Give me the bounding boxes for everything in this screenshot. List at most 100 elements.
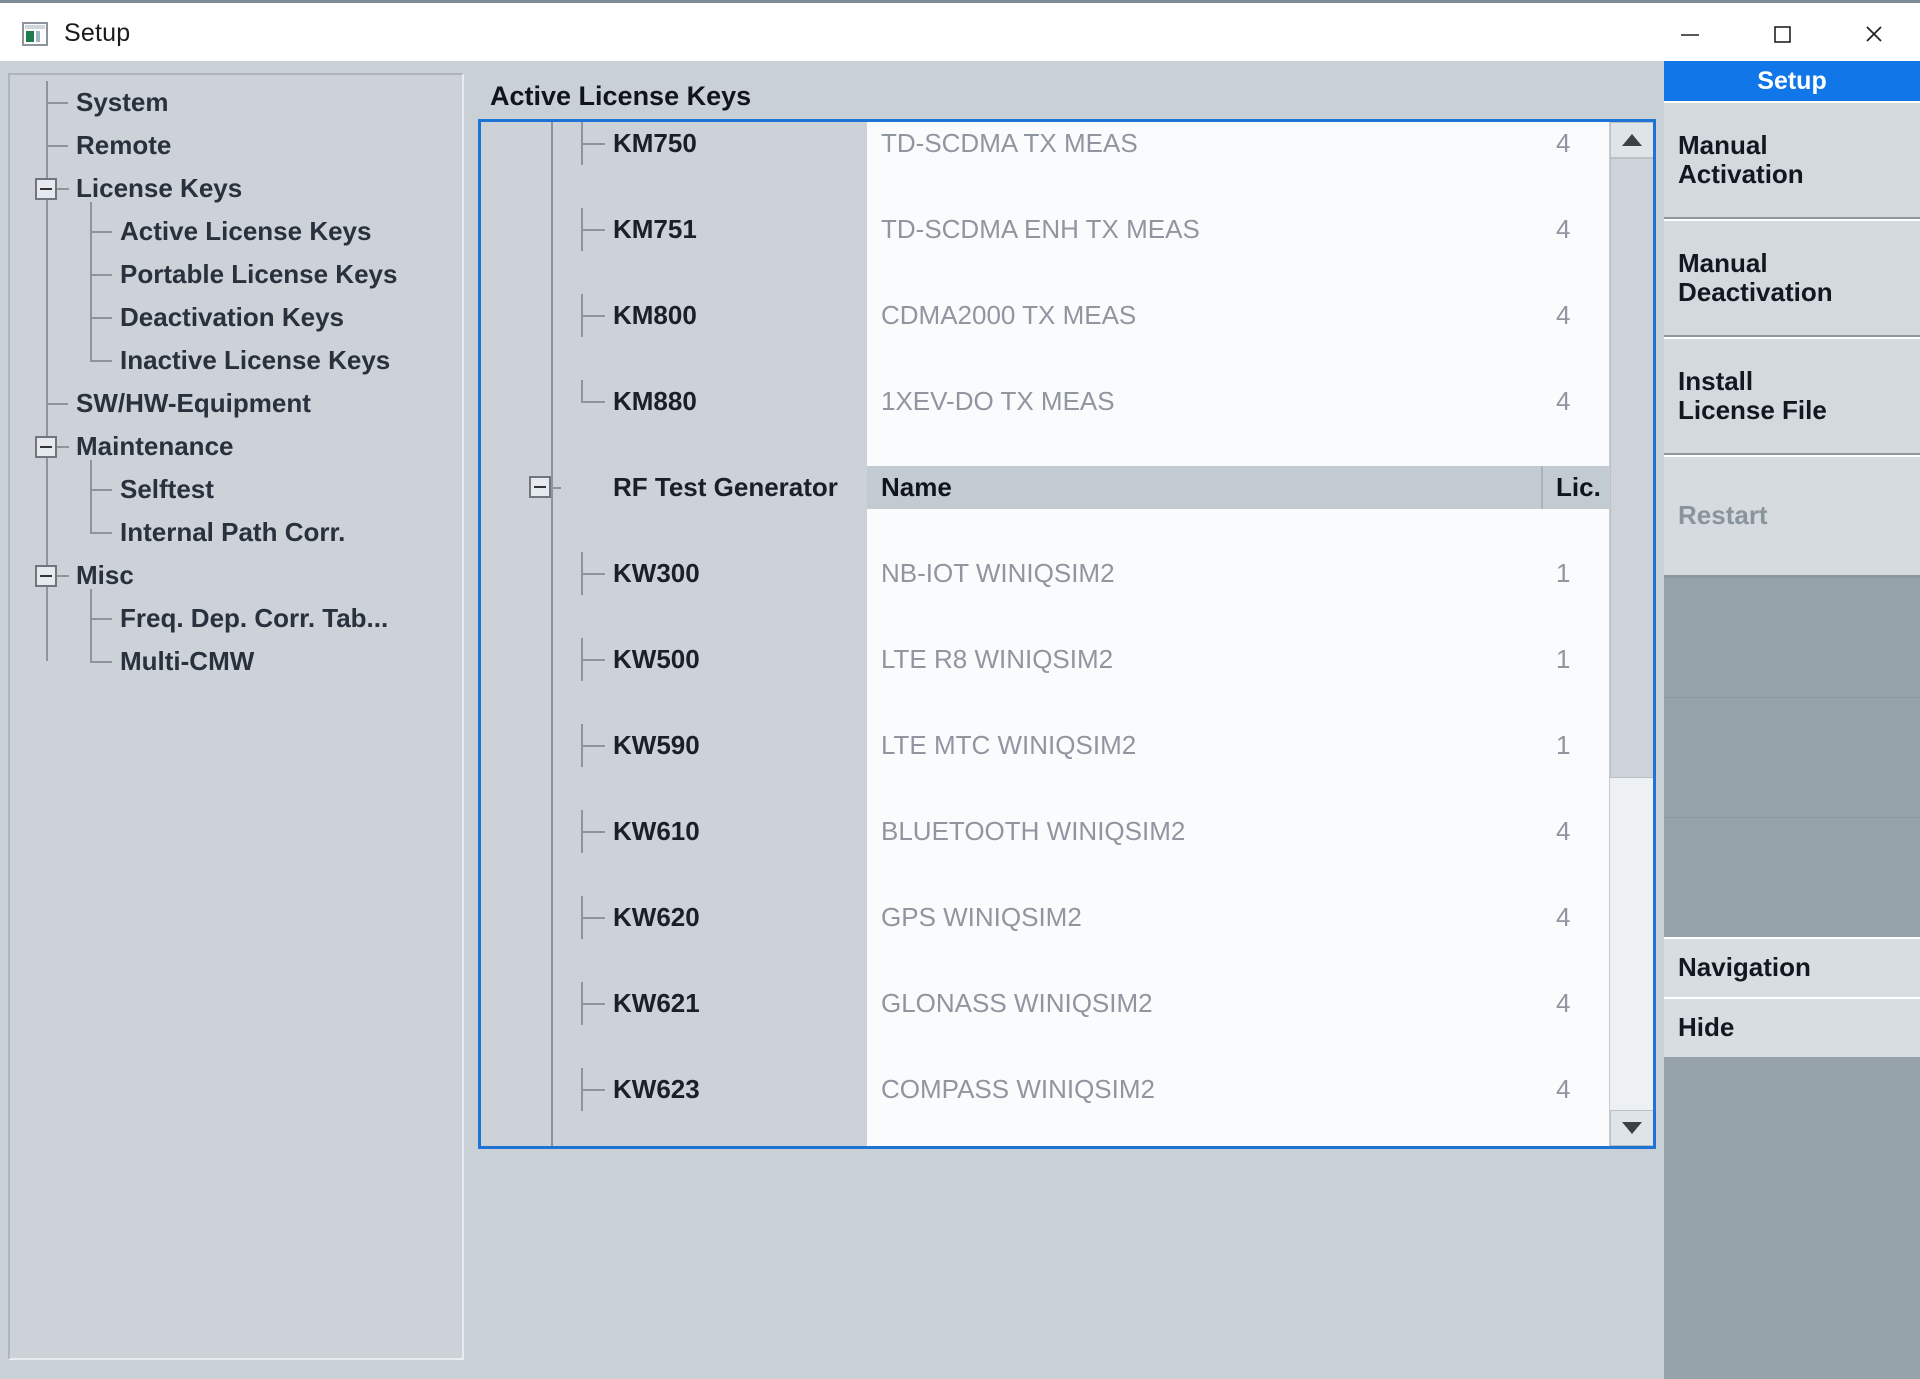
tree-branch-line xyxy=(90,202,92,360)
softkey-hide[interactable]: Hide xyxy=(1664,997,1920,1057)
tree-connector xyxy=(46,102,68,104)
table-row[interactable]: KW621 GLONASS WINIQSIM2 4 xyxy=(481,982,1653,1025)
table-row[interactable]: KW620 GPS WINIQSIM2 4 xyxy=(481,896,1653,939)
license-count: 4 xyxy=(1556,1074,1571,1104)
tree-connector xyxy=(581,831,605,833)
collapse-icon[interactable] xyxy=(35,436,57,458)
license-count: 1 xyxy=(1556,558,1571,588)
sidebar-item-label: Portable License Keys xyxy=(120,259,398,289)
table-row[interactable]: KM880 1XEV-DO TX MEAS 4 xyxy=(481,380,1653,423)
table-row[interactable]: KM800 CDMA2000 TX MEAS 4 xyxy=(481,294,1653,337)
softkey-label: Install License File xyxy=(1678,365,1827,425)
tree-branch-line xyxy=(581,896,583,939)
license-count: 4 xyxy=(1556,902,1571,932)
tree-connector xyxy=(46,403,68,405)
tree-connector xyxy=(581,573,605,575)
license-name: LTE MTC WINIQSIM2 xyxy=(881,730,1137,760)
tree-connector xyxy=(581,659,605,661)
table-row[interactable]: KW590 LTE MTC WINIQSIM2 1 xyxy=(481,724,1653,767)
license-count: 4 xyxy=(1556,988,1571,1018)
license-count: 4 xyxy=(1556,386,1571,416)
tree-branch-line xyxy=(581,294,583,337)
tree-branch-line xyxy=(581,380,583,403)
sidebar-item-maintenance[interactable]: Maintenance xyxy=(10,425,462,468)
license-name: COMPASS WINIQSIM2 xyxy=(881,1074,1155,1104)
tree-branch-line xyxy=(581,810,583,853)
license-code: KW500 xyxy=(613,644,700,674)
tree-branch-line xyxy=(581,208,583,251)
tree-branch-line xyxy=(581,724,583,767)
sidebar-item-freq-dep-corr-tab[interactable]: Freq. Dep. Corr. Tab... xyxy=(10,597,462,640)
table-row[interactable]: KM751 TD-SCDMA ENH TX MEAS 4 xyxy=(481,208,1653,251)
table-row[interactable]: KM750 TD-SCDMA TX MEAS 4 xyxy=(481,122,1653,165)
sidebar-item-internal-path-corr[interactable]: Internal Path Corr. xyxy=(10,511,462,554)
softkey-manual-activation[interactable]: Manual Activation xyxy=(1664,101,1920,219)
softkey-manual-deactivation[interactable]: Manual Deactivation xyxy=(1664,219,1920,337)
license-name: NB-IOT WINIQSIM2 xyxy=(881,558,1115,588)
sidebar-item-label: Maintenance xyxy=(76,431,234,461)
softkey-navigation[interactable]: Navigation xyxy=(1664,937,1920,997)
tree-branch-line xyxy=(581,982,583,1025)
list-column-header[interactable]: RF Test Generator Name Lic. xyxy=(481,466,1653,509)
sidebar-item-remote[interactable]: Remote xyxy=(10,124,462,167)
table-row[interactable]: KW610 BLUETOOTH WINIQSIM2 4 xyxy=(481,810,1653,853)
app-window-icon xyxy=(22,21,48,46)
setup-window: Setup System Remote License Keys Active Lic… xyxy=(0,0,1920,1379)
tree-connector xyxy=(90,489,112,491)
softkey-empty-4 xyxy=(1664,577,1920,697)
license-key-list[interactable]: KM750 TD-SCDMA TX MEAS 4 KM751 TD-SCDMA ENH … xyxy=(478,119,1656,1149)
softkey-label: Manual Activation xyxy=(1678,129,1804,189)
tree-trunk-line xyxy=(551,122,553,1146)
window-titlebar: Setup xyxy=(0,0,1920,64)
table-row[interactable]: KW300 NB-IOT WINIQSIM2 1 xyxy=(481,552,1653,595)
tree-connector xyxy=(90,532,112,534)
close-icon[interactable] xyxy=(1828,3,1920,64)
softkey-label: Hide xyxy=(1678,1012,1735,1043)
tree-branch-line xyxy=(581,1068,583,1111)
sidebar-item-label: Remote xyxy=(76,130,172,160)
license-code: KW610 xyxy=(613,816,700,846)
collapse-icon[interactable] xyxy=(35,565,57,587)
header-background xyxy=(867,466,1653,509)
tree-connector xyxy=(90,661,112,663)
sidebar-item-misc[interactable]: Misc xyxy=(10,554,462,597)
collapse-icon[interactable] xyxy=(35,178,57,200)
license-count: 4 xyxy=(1556,214,1571,244)
tree-branch-line xyxy=(581,122,583,165)
sidebar-item-portable-license-keys[interactable]: Portable License Keys xyxy=(10,253,462,296)
sidebar-item-active-license-keys[interactable]: Active License Keys xyxy=(10,210,462,253)
tree-connector xyxy=(581,143,605,145)
navigation-tree[interactable]: System Remote License Keys Active License K… xyxy=(10,75,462,683)
softkey-empty-5 xyxy=(1664,697,1920,817)
collapse-icon[interactable] xyxy=(529,476,551,498)
sidebar-item-deactivation-keys[interactable]: Deactivation Keys xyxy=(10,296,462,339)
softkey-label: Navigation xyxy=(1678,952,1811,983)
license-code: KW300 xyxy=(613,558,700,588)
softkey-restart[interactable]: Restart xyxy=(1664,455,1920,577)
sidebar-item-label: Freq. Dep. Corr. Tab... xyxy=(120,603,389,633)
maximize-icon[interactable] xyxy=(1736,3,1828,64)
tree-connector xyxy=(90,360,112,362)
table-row[interactable]: KW623 COMPASS WINIQSIM2 4 xyxy=(481,1068,1653,1111)
sidebar-item-label: Selftest xyxy=(120,474,214,504)
sidebar-item-inactive-license-keys[interactable]: Inactive License Keys xyxy=(10,339,462,382)
sidebar-item-system[interactable]: System xyxy=(10,81,462,124)
tree-connector xyxy=(581,1003,605,1005)
scroll-down-icon[interactable] xyxy=(1610,1110,1653,1146)
sidebar-item-license-keys[interactable]: License Keys xyxy=(10,167,462,210)
license-count: 1 xyxy=(1556,730,1571,760)
list-vertical-scrollbar[interactable] xyxy=(1609,122,1653,1146)
sidebar-item-label: System xyxy=(76,87,169,117)
sidebar-item-sw-hw-equipment[interactable]: SW/HW-Equipment xyxy=(10,382,462,425)
scrollbar-thumb[interactable] xyxy=(1610,158,1653,778)
table-row[interactable]: KW500 LTE R8 WINIQSIM2 1 xyxy=(481,638,1653,681)
scroll-up-icon[interactable] xyxy=(1610,122,1653,158)
sidebar-item-selftest[interactable]: Selftest xyxy=(10,468,462,511)
softkey-install-license-file[interactable]: Install License File xyxy=(1664,337,1920,455)
tree-connector xyxy=(57,446,69,448)
tree-connector xyxy=(90,618,112,620)
license-name: TD-SCDMA ENH TX MEAS xyxy=(881,214,1200,244)
sidebar-item-multi-cmw[interactable]: Multi-CMW xyxy=(10,640,462,683)
license-name: CDMA2000 TX MEAS xyxy=(881,300,1137,330)
minimize-icon[interactable] xyxy=(1644,3,1736,64)
